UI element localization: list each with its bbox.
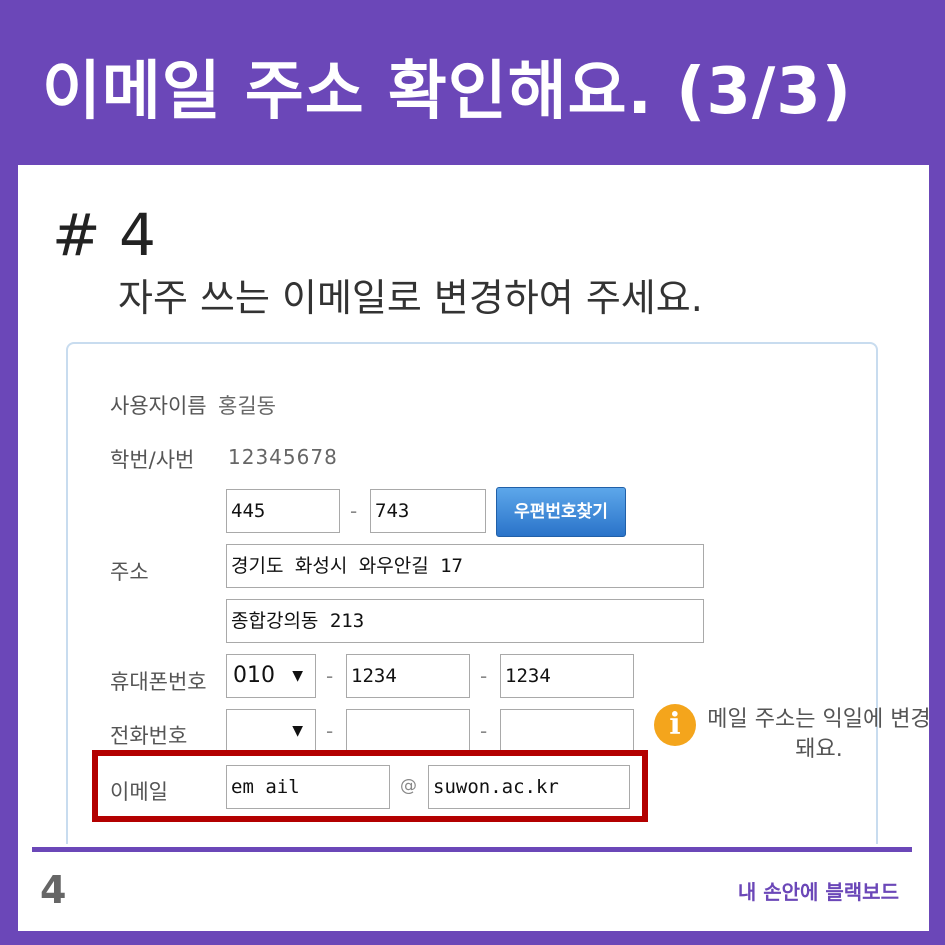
zip-code-second-input[interactable]: 743 bbox=[370, 489, 486, 533]
mobile-middle-input[interactable]: 1234 bbox=[346, 654, 470, 698]
content-panel: # 4 자주 쓰는 이메일로 변경하여 주세요. 사용자이름 홍길동 학번/사번… bbox=[18, 165, 931, 931]
address-label: 주소 bbox=[110, 560, 149, 584]
address-line2-input[interactable]: 종합강의동 213 bbox=[226, 599, 704, 643]
step-subtitle: 자주 쓰는 이메일로 변경하여 주세요. bbox=[118, 276, 703, 320]
mobile-last-input[interactable]: 1234 bbox=[500, 654, 634, 698]
phone-last-input[interactable] bbox=[500, 709, 634, 753]
info-icon: i bbox=[654, 704, 696, 746]
mobile-prefix-value: 010 bbox=[233, 663, 275, 688]
mobile-prefix-select[interactable]: 010 ▼ bbox=[226, 654, 316, 698]
username-value: 홍길동 bbox=[218, 394, 276, 418]
step-number: # 4 bbox=[52, 201, 156, 269]
phone-dash-2: - bbox=[480, 719, 488, 743]
page-title: 이메일 주소 확인해요. (3/3) bbox=[42, 55, 853, 129]
zip-dash: - bbox=[350, 499, 358, 523]
mobile-dash-1: - bbox=[326, 664, 334, 688]
email-highlight-box bbox=[92, 750, 648, 822]
student-id-value: 12345678 bbox=[228, 445, 338, 469]
phone-prefix-select[interactable]: ▼ bbox=[226, 709, 316, 753]
address-line1-input[interactable]: 경기도 화성시 와우안길 17 bbox=[226, 544, 704, 588]
chevron-down-icon: ▼ bbox=[292, 668, 303, 684]
student-id-label: 학번/사번 bbox=[110, 448, 195, 472]
chevron-down-icon: ▼ bbox=[292, 723, 303, 739]
phone-label: 전화번호 bbox=[110, 724, 188, 748]
phone-middle-input[interactable] bbox=[346, 709, 470, 753]
phone-dash-1: - bbox=[326, 719, 334, 743]
footer-divider bbox=[32, 847, 912, 852]
username-label: 사용자이름 bbox=[110, 394, 207, 418]
mobile-dash-2: - bbox=[480, 664, 488, 688]
zip-code-first-input[interactable]: 445 bbox=[226, 489, 340, 533]
page-number: 4 bbox=[40, 868, 67, 912]
brand-name: 내 손안에 블랙보드 bbox=[737, 880, 899, 904]
header: 이메일 주소 확인해요. (3/3) bbox=[0, 0, 945, 165]
find-zip-code-button[interactable]: 우편번호찾기 bbox=[496, 487, 626, 537]
mobile-label: 휴대폰번호 bbox=[110, 670, 207, 694]
info-note: 메일 주소는 익일에 변경돼요. bbox=[707, 707, 931, 762]
